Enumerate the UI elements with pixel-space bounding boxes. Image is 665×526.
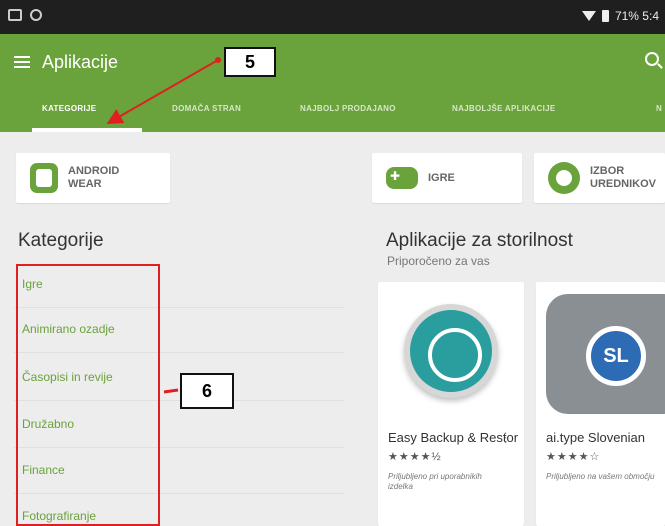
annotation-label-6: 6: [180, 373, 234, 409]
more-options-icon[interactable]: ⋮: [499, 430, 512, 446]
editors-choice-icon: [548, 162, 580, 194]
tab-najboljse-aplikacije[interactable]: NAJBOLJŠE APLIKACIJE: [452, 104, 556, 113]
app-rating: ★★★★☆: [546, 451, 601, 463]
app-thumbnail: [378, 282, 524, 422]
categories-title: Kategorije: [18, 230, 104, 251]
wifi-icon: [581, 11, 596, 21]
gamepad-icon: [386, 167, 418, 189]
chip-label: ANDROID WEAR: [68, 165, 120, 190]
app-card-easy-backup[interactable]: Easy Backup & Restore ⋮ ★★★★½ Priljublje…: [378, 282, 524, 526]
tab-domaca-stran[interactable]: DOMAČA STRAN: [172, 104, 241, 113]
battery-time: 71% 5:4: [614, 9, 659, 23]
app-note: Priljubljeno pri uporabnikih izdelka: [388, 472, 482, 491]
tab-najbolj-prodajano[interactable]: NAJBOLJ PRODAJANO: [300, 104, 396, 113]
app-card-ai-type[interactable]: SL ai.type Slovenian ★★★★☆ Priljubljeno …: [536, 282, 665, 526]
screenshot-icon: [8, 9, 22, 21]
productivity-title: Aplikacije za storilnost: [386, 230, 573, 251]
chip-android-wear[interactable]: ANDROID WEAR: [16, 153, 170, 203]
battery-icon: [601, 10, 609, 22]
app-note: Priljubljeno na vašem območju: [546, 472, 655, 481]
chip-igre[interactable]: IGRE: [372, 153, 522, 203]
annotation-box: [16, 264, 160, 526]
watch-icon: [30, 163, 58, 193]
chip-label: IGRE: [428, 171, 455, 184]
keyboard-app-icon: SL: [546, 294, 665, 414]
annotation-label-5: 5: [224, 47, 276, 77]
menu-icon[interactable]: [14, 56, 30, 68]
chip-label: IZBOR UREDNIKOV: [590, 165, 657, 190]
active-tab-indicator: [32, 128, 142, 132]
tab-kategorije[interactable]: KATEGORIJE: [42, 104, 96, 113]
productivity-subtitle: Priporočeno za vas: [387, 254, 490, 268]
app-title: Aplikacije: [42, 52, 119, 72]
tab-more[interactable]: N: [656, 104, 662, 113]
app-bar: Aplikacije: [0, 34, 665, 92]
app-thumbnail: SL: [536, 282, 665, 422]
app-name: ai.type Slovenian: [546, 430, 646, 445]
app-rating: ★★★★½: [388, 451, 442, 463]
app-badge: SL: [586, 326, 646, 386]
status-bar: 71% 5:4: [0, 0, 665, 34]
notification-icon: [30, 9, 42, 21]
tab-bar: KATEGORIJE DOMAČA STRAN NAJBOLJ PRODAJAN…: [0, 92, 665, 132]
search-icon[interactable]: [645, 52, 659, 66]
backup-app-icon: [404, 304, 498, 398]
chip-izbor-urednikov[interactable]: IZBOR UREDNIKOV: [534, 153, 665, 203]
